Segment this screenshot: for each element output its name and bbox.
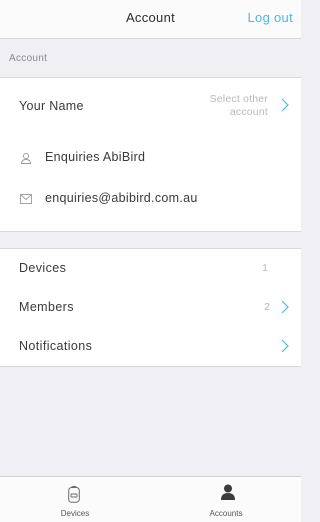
nav-bar: Account Log out: [0, 0, 301, 39]
members-count: 2: [264, 301, 270, 313]
tab-label: Devices: [60, 509, 90, 518]
account-section-header: Account: [0, 39, 301, 77]
tab-label: Accounts: [209, 509, 243, 518]
devices-count: 1: [262, 262, 268, 274]
menu-item-label: Notifications: [19, 339, 93, 353]
tab-accounts[interactable]: Accounts: [151, 477, 301, 522]
your-name-label: Your Name: [19, 99, 84, 113]
your-name-row[interactable]: Your Name Select other account: [0, 78, 301, 134]
user-icon: [21, 152, 31, 164]
email-row: enquiries@abibird.com.au: [0, 180, 301, 218]
chevron-right-icon: [281, 300, 289, 314]
menu-card: Devices 1 Members 2 Notifications: [0, 248, 301, 367]
menu-item-devices[interactable]: Devices 1: [0, 249, 301, 288]
envelope-icon: [20, 194, 32, 204]
menu-item-label: Members: [19, 300, 74, 314]
logout-button[interactable]: Log out: [248, 10, 293, 25]
tab-bar: Devices Accounts: [0, 476, 301, 522]
profile-card: Your Name Select other account Enquiries…: [0, 77, 301, 232]
display-name: Enquiries AbiBird: [45, 150, 146, 164]
chevron-right-icon: [281, 339, 289, 353]
device-icon: [68, 485, 80, 503]
menu-item-members[interactable]: Members 2: [0, 288, 301, 327]
menu-item-notifications[interactable]: Notifications: [0, 327, 301, 366]
tab-devices[interactable]: Devices: [0, 477, 150, 522]
menu-item-label: Devices: [19, 261, 67, 275]
select-other-account-link[interactable]: Select other account: [178, 93, 268, 119]
email-address: enquiries@abibird.com.au: [45, 191, 198, 205]
display-name-row: Enquiries AbiBird: [0, 140, 301, 178]
chevron-right-icon: [281, 98, 289, 112]
person-icon: [221, 484, 235, 500]
section-header-label: Account: [9, 53, 48, 64]
